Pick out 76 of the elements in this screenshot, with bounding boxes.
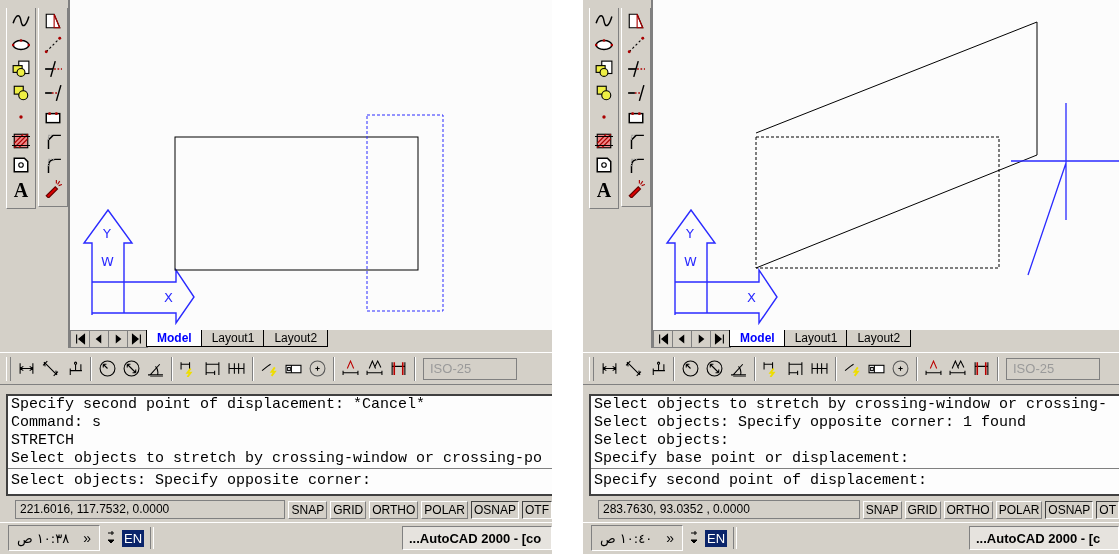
explode-icon[interactable] <box>44 180 62 198</box>
extend-icon[interactable] <box>627 84 645 102</box>
language-indicator[interactable]: EN <box>121 529 145 547</box>
dimension-text-edit-icon[interactable] <box>366 360 383 378</box>
status-toggle[interactable]: SNAP <box>288 500 328 519</box>
baseline-dimension-icon[interactable] <box>787 360 804 378</box>
command-line: Select objects: Specify opposite corner: 1 found <box>593 414 1028 433</box>
region-icon[interactable] <box>12 156 30 174</box>
status-toggle[interactable]: GRID <box>330 500 367 519</box>
status-toggle[interactable]: ORTHO <box>369 500 419 519</box>
status-toggle[interactable]: ORTHO <box>943 500 993 519</box>
coordinates-readout: 221.6016, 117.7532, 0.0000 <box>15 500 286 520</box>
command-line: Specify second point of displacement: *Cancel* <box>10 396 427 415</box>
dimension-edit-icon[interactable] <box>342 360 359 378</box>
make-block-icon[interactable] <box>12 84 30 102</box>
diameter-dimension-icon[interactable] <box>123 360 140 378</box>
page-icon[interactable] <box>44 12 62 30</box>
status-toggle[interactable]: OSNAP <box>471 500 519 519</box>
coordinates-readout: 283.7630, 93.0352 , 0.0000 <box>598 500 860 520</box>
drawing-canvas[interactable]: Y W X <box>651 0 1119 330</box>
layout-tab[interactable]: Layout2 <box>846 330 912 347</box>
dimension-text-edit-icon[interactable] <box>949 360 966 378</box>
chevron-button[interactable]: » <box>83 530 91 547</box>
dimension-edit-icon[interactable] <box>925 360 942 378</box>
diameter-dimension-icon[interactable] <box>706 360 723 378</box>
trim-icon[interactable] <box>627 60 645 78</box>
command-line: Select objects to stretch by crossing-window or crossing-po <box>10 450 544 469</box>
status-toggle[interactable]: GRID <box>904 500 941 519</box>
status-toggle[interactable]: OTF <box>522 500 552 519</box>
make-block-icon[interactable] <box>595 84 613 102</box>
hatch-icon[interactable] <box>595 132 613 150</box>
explode-icon[interactable] <box>627 180 645 198</box>
baseline-dimension-icon[interactable] <box>204 360 221 378</box>
command-line: Select objects to stretch by crossing-window or crossing- <box>593 396 1109 415</box>
insert-block-icon[interactable] <box>12 60 30 78</box>
chevron-button[interactable]: » <box>666 530 674 547</box>
command-prompt[interactable]: Specify second point of displacement: <box>591 472 1119 491</box>
aligned-dimension-icon[interactable] <box>625 360 642 378</box>
command-line: Select objects: <box>593 432 731 451</box>
layout-tab[interactable]: Layout1 <box>783 330 849 347</box>
dimension-update-icon[interactable] <box>973 360 990 378</box>
dimension-update-icon[interactable] <box>390 360 407 378</box>
layout-tab[interactable]: Layout2 <box>263 330 329 347</box>
taskbar-button[interactable]: ...AutoCAD 2000 - [c <box>969 526 1119 551</box>
layout-tab[interactable]: Layout1 <box>200 330 266 347</box>
status-toggle[interactable]: POLAR <box>995 500 1043 519</box>
drawing-canvas[interactable]: Y W X <box>68 0 552 330</box>
text-tool-button[interactable]: A <box>13 180 29 200</box>
language-indicator[interactable]: EN <box>704 529 728 547</box>
layout-tab[interactable]: Model <box>729 330 786 347</box>
region-icon[interactable] <box>595 156 613 174</box>
clock-text: ١٠:٤٠ ص <box>600 530 653 546</box>
radius-dimension-icon[interactable] <box>99 360 116 378</box>
status-toggle[interactable]: OT <box>1096 500 1119 519</box>
status-toggle[interactable]: OSNAP <box>1045 500 1094 519</box>
command-prompt[interactable]: Select objects: Specify opposite corner: <box>8 472 552 491</box>
taskbar-button[interactable]: ...AutoCAD 2000 - [co <box>402 526 552 551</box>
status-toggle[interactable]: SNAP <box>862 500 902 519</box>
layout-tab[interactable]: Model <box>146 330 203 347</box>
status-toggle[interactable]: POLAR <box>421 500 468 519</box>
radius-dimension-icon[interactable] <box>682 360 699 378</box>
center-mark-icon[interactable] <box>892 360 909 378</box>
text-tool-button[interactable]: A <box>596 180 612 200</box>
command-line: Specify base point or displacement: <box>593 450 911 469</box>
aligned-dimension-icon[interactable] <box>42 360 59 378</box>
page-icon[interactable] <box>627 12 645 30</box>
extend-icon[interactable] <box>44 84 62 102</box>
command-line: Command: s <box>10 414 102 433</box>
dotted-line-icon[interactable] <box>44 36 62 54</box>
trim-icon[interactable] <box>44 60 62 78</box>
insert-block-icon[interactable] <box>595 60 613 78</box>
clock-text: ١٠:٣٨ ص <box>17 530 70 546</box>
center-mark-icon[interactable] <box>309 360 326 378</box>
dotted-line-icon[interactable] <box>627 36 645 54</box>
hatch-icon[interactable] <box>12 132 30 150</box>
command-line: STRETCH <box>10 432 75 451</box>
